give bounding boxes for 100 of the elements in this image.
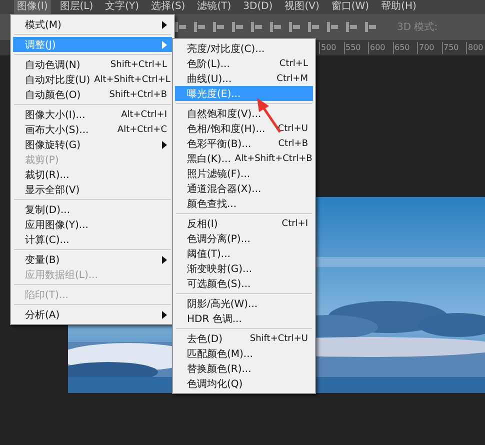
menu-bar-item[interactable]: 视图(V) <box>282 0 322 14</box>
menu-item-label: 可选颜色(S)... <box>187 278 251 290</box>
menu-item[interactable]: 黑白(K)... Alt+Shift+Ctrl+B <box>175 151 313 166</box>
menu-item-label: 亮度/对比度(C)... <box>187 42 265 56</box>
menu-item-label: 匹配颜色(M)... <box>187 348 253 360</box>
menu-bar-item[interactable]: 图像(I) <box>14 0 51 14</box>
menu-item-label: 颜色查找... <box>187 198 237 210</box>
menu-bar-item[interactable]: 3D(D) <box>240 0 276 14</box>
shortcut-label: Alt+Ctrl+C <box>117 124 167 134</box>
menu-item[interactable]: 模式(M) <box>13 17 172 32</box>
menu-item[interactable]: 自动对比度(U) Alt+Shift+Ctrl+L <box>13 72 172 87</box>
menu-item[interactable]: 色阶(L)... Ctrl+L <box>175 56 313 71</box>
ruler-label: 750 <box>442 42 466 54</box>
menu-item[interactable]: 自然饱和度(V)... <box>175 106 313 121</box>
menu-item-label: 图像大小(I)... <box>25 108 86 122</box>
menu-item-label: 照片滤镜(F)... <box>187 168 250 180</box>
menu-item-label: 色调分离(P)... <box>187 232 250 246</box>
menu-item[interactable]: 可选颜色(S)... <box>175 276 313 291</box>
ruler-label: 800 <box>466 42 485 54</box>
menu-item-label: 变量(B) <box>25 254 60 266</box>
menu-item-label: 自动对比度(U) <box>25 74 90 86</box>
menu-item-label: 调整(J) <box>25 38 56 52</box>
menu-item[interactable]: 变量(B) <box>13 252 172 267</box>
shortcut-label: Ctrl+B <box>278 138 308 148</box>
menu-bar-item[interactable]: 窗口(W) <box>328 0 372 14</box>
menu-item[interactable]: 自动色调(N) Shift+Ctrl+L <box>13 57 172 72</box>
menu-item-label: 黑白(K)... <box>187 152 231 166</box>
menu-item-label: 画布大小(S)... <box>25 124 89 136</box>
menu-item[interactable]: HDR 色调... <box>175 311 313 326</box>
menu-item-label: HDR 色调... <box>187 312 242 326</box>
menu-item-label: 阈值(T)... <box>187 248 230 260</box>
menu-item[interactable]: 应用图像(Y)... <box>13 217 172 232</box>
menu-item-label: 曝光度(E)... <box>187 88 241 100</box>
shortcut-label: Alt+Shift+Ctrl+L <box>94 74 170 84</box>
menu-item[interactable]: 反相(I) Ctrl+I <box>175 216 313 231</box>
menu-bar-item[interactable]: 选择(S) <box>148 0 188 14</box>
shortcut-label: Ctrl+L <box>279 58 308 68</box>
menu-item-label: 模式(M) <box>25 18 62 32</box>
menu-item-label: 自动颜色(O) <box>25 88 81 102</box>
shortcut-label: Shift+Ctrl+L <box>110 60 167 70</box>
menu-bar-item[interactable]: 文字(Y) <box>102 0 142 14</box>
menu-item-label: 图像旋转(G) <box>25 138 81 152</box>
menu-bar-item[interactable]: 帮助(H) <box>378 0 420 14</box>
menu-item-label: 陷印(T)... <box>25 288 68 302</box>
ruler-label: 600 <box>368 42 392 54</box>
ruler-label: 500 <box>319 42 344 54</box>
menu-item-label: 色调均化(Q) <box>187 378 243 390</box>
menu-item-label: 计算(C)... <box>25 234 70 246</box>
menu-item-label: 渐变映射(G)... <box>187 262 252 276</box>
menu-item[interactable]: 亮度/对比度(C)... <box>175 41 313 56</box>
shortcut-label: Ctrl+M <box>276 74 308 84</box>
menu-item[interactable]: 图像大小(I)... Alt+Ctrl+I <box>13 107 172 122</box>
menu-item-label: 反相(I) <box>187 218 218 230</box>
menu-item[interactable]: 复制(D)... <box>13 202 172 217</box>
menu-item[interactable]: 照片滤镜(F)... <box>175 166 313 181</box>
menu-item-label: 色彩平衡(B)... <box>187 138 252 150</box>
menu-item[interactable]: 阈值(T)... <box>175 246 313 261</box>
menu-item[interactable]: 图像旋转(G) <box>13 137 172 152</box>
menu-item-label: 替换颜色(R)... <box>187 362 252 376</box>
menu-item[interactable]: 分析(A) <box>13 307 172 322</box>
menu-item[interactable]: 通道混合器(X)... <box>175 181 313 196</box>
ruler-label: 650 <box>392 42 417 54</box>
menu-item-label: 应用数据组(L)... <box>25 268 98 282</box>
menu-item-label: 裁切(R)... <box>25 168 70 182</box>
menu-item-label: 复制(D)... <box>25 204 70 216</box>
shortcut-label: Shift+Ctrl+B <box>109 90 167 100</box>
menu-item[interactable]: 渐变映射(G)... <box>175 261 313 276</box>
menu-item[interactable]: 裁切(R)... <box>13 167 172 182</box>
menu-item-label: 显示全部(V) <box>25 184 80 196</box>
menu-item[interactable]: 匹配颜色(M)... <box>175 346 313 361</box>
menu-item-label: 分析(A) <box>25 308 60 322</box>
shortcut-label: Alt+Shift+Ctrl+B <box>234 154 312 164</box>
menu-item[interactable]: 自动颜色(O) Shift+Ctrl+B <box>13 87 172 102</box>
menu-item[interactable]: 画布大小(S)... Alt+Ctrl+C <box>13 122 172 137</box>
menu-item-label: 色相/饱和度(H)... <box>187 122 266 136</box>
menu-item[interactable]: 曲线(U)... Ctrl+M <box>175 71 313 86</box>
menu-item[interactable]: 色相/饱和度(H)... Ctrl+U <box>175 121 313 136</box>
menu-item-label: 自动色调(N) <box>25 58 80 72</box>
menu-item-label: 自然饱和度(V)... <box>187 108 262 120</box>
menu-item[interactable]: 替换颜色(R)... <box>175 361 313 376</box>
menu-item[interactable]: 阴影/高光(W)... <box>175 296 313 311</box>
shortcut-label: Shift+Ctrl+U <box>250 334 308 344</box>
shortcut-label: Alt+Ctrl+I <box>121 110 167 120</box>
menu-item[interactable]: 色彩平衡(B)... Ctrl+B <box>175 136 313 151</box>
menu-bar-item[interactable]: 滤镜(T) <box>194 0 234 14</box>
menu-item-label: 去色(D) <box>187 332 223 346</box>
ruler-label: 700 <box>417 42 442 54</box>
menu-item[interactable]: 去色(D) Shift+Ctrl+U <box>175 331 313 346</box>
shortcut-label: Ctrl+U <box>278 124 308 134</box>
menu-item[interactable]: 显示全部(V) <box>13 182 172 197</box>
menu-item-label: 阴影/高光(W)... <box>187 298 258 310</box>
menu-item-label: 曲线(U)... <box>187 72 232 86</box>
mode-label: 3D 模式: <box>397 20 438 34</box>
menu-bar-item[interactable]: 图层(L) <box>56 0 96 14</box>
ruler-label: 550 <box>344 42 368 54</box>
menu-item[interactable]: 颜色查找... <box>175 196 313 211</box>
menu-item-label: 色阶(L)... <box>187 58 230 70</box>
menu-item[interactable]: 色调分离(P)... <box>175 231 313 246</box>
menu-item-label: 裁剪(P) <box>25 154 59 166</box>
menu-item[interactable]: 计算(C)... <box>13 232 172 247</box>
